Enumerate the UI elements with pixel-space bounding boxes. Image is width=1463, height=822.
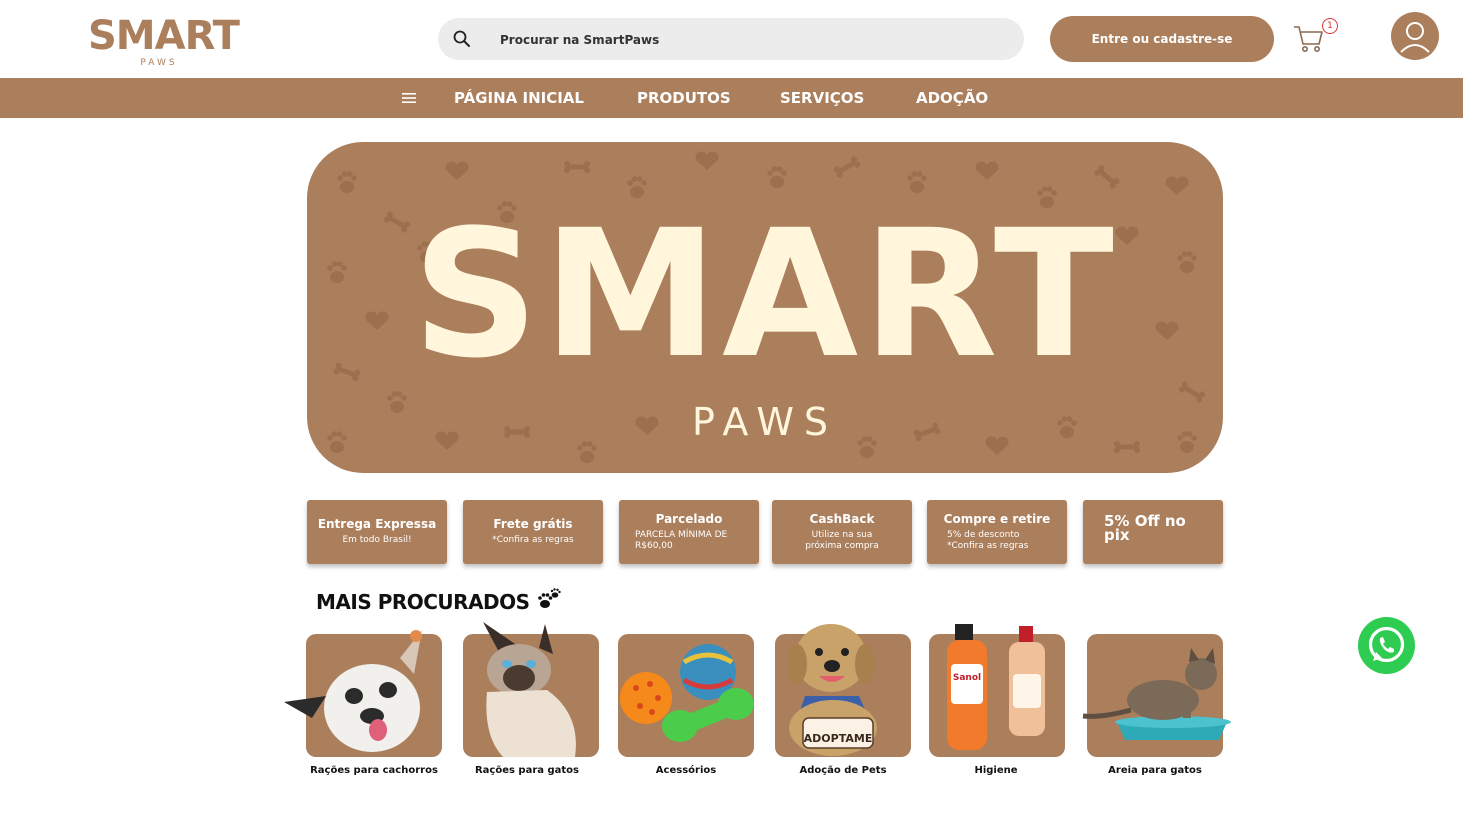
section-title-text: MAIS PROCURADOS bbox=[316, 590, 530, 614]
logo-subtitle: PAWS bbox=[140, 58, 178, 68]
shampoo-brand-text: Sanol bbox=[953, 673, 981, 683]
category-label[interactable]: Areia para gatos bbox=[1075, 765, 1235, 776]
brand-logo[interactable]: SMART PAWS bbox=[88, 13, 240, 72]
dog-image bbox=[284, 630, 422, 752]
category-card-cat-litter[interactable] bbox=[1082, 634, 1231, 757]
benefit-subtitle: 5% de desconto bbox=[947, 530, 1020, 540]
adoption-dog-image: ADOPTAME bbox=[787, 624, 877, 756]
cart-button[interactable]: 1 bbox=[1292, 18, 1342, 58]
search-bar[interactable] bbox=[438, 18, 1024, 60]
logo-title: SMART bbox=[88, 13, 240, 59]
shampoo-image: Sanol bbox=[947, 624, 1045, 750]
benefit-title: Compre e retire bbox=[943, 512, 1051, 526]
siamese-cat-image bbox=[483, 622, 576, 757]
adoption-sign-text: ADOPTAME bbox=[804, 732, 873, 745]
category-label[interactable]: Rações para cachorros bbox=[294, 765, 454, 776]
benefit-title: Frete grátis bbox=[493, 517, 573, 531]
benefit-subtitle: Utilize na sua próxima compra bbox=[805, 530, 879, 551]
benefit-card-pix[interactable]: 5% Off no pix bbox=[1083, 500, 1223, 564]
main-nav: PÁGINA INICIAL PRODUTOS SERVIÇOS ADOÇÃO bbox=[0, 78, 1463, 118]
category-card-dog-food[interactable] bbox=[284, 630, 442, 757]
user-account-button[interactable] bbox=[1391, 12, 1439, 60]
nav-item-products[interactable]: PRODUTOS bbox=[637, 78, 731, 118]
benefit-subtitle: PARCELA MÍNIMA DE R$60,00 bbox=[635, 530, 728, 551]
nav-item-adoption[interactable]: ADOÇÃO bbox=[916, 78, 988, 118]
benefit-card-cashback[interactable]: CashBack Utilize na sua próxima compra bbox=[772, 500, 912, 564]
category-card-adoption[interactable]: ADOPTAME bbox=[775, 624, 911, 757]
toys-image bbox=[620, 644, 754, 742]
category-card-cat-food[interactable] bbox=[463, 622, 599, 757]
search-icon[interactable] bbox=[452, 29, 472, 49]
hamburger-icon[interactable] bbox=[402, 92, 416, 104]
banner-title: SMART bbox=[412, 192, 1118, 397]
cat-litter-image bbox=[1082, 648, 1231, 740]
benefit-card-pickup[interactable]: Compre e retire 5% de desconto *Confira … bbox=[927, 500, 1067, 564]
paw-icon bbox=[538, 588, 561, 608]
benefit-title: CashBack bbox=[809, 512, 875, 526]
search-input[interactable] bbox=[498, 26, 1002, 54]
cart-count-badge: 1 bbox=[1322, 18, 1338, 34]
benefit-title: Parcelado bbox=[655, 512, 723, 526]
benefit-card-express[interactable]: Entrega Expressa Em todo Brasil! bbox=[307, 500, 447, 564]
category-card-accessories[interactable] bbox=[618, 634, 754, 757]
nav-item-services[interactable]: SERVIÇOS bbox=[780, 78, 864, 118]
category-card-hygiene[interactable]: Sanol bbox=[929, 624, 1065, 757]
benefit-card-free-shipping[interactable]: Frete grátis *Confira as regras bbox=[463, 500, 603, 564]
whatsapp-icon bbox=[1368, 626, 1405, 663]
whatsapp-button[interactable] bbox=[1358, 617, 1415, 674]
hero-banner[interactable]: SMART PAWS bbox=[307, 142, 1223, 473]
category-label[interactable]: Rações para gatos bbox=[447, 765, 607, 776]
benefit-title: Entrega Expressa bbox=[317, 517, 437, 531]
category-label[interactable]: Acessórios bbox=[606, 765, 766, 776]
benefit-subtitle: Em todo Brasil! bbox=[342, 535, 412, 545]
login-button[interactable]: Entre ou cadastre-se bbox=[1050, 16, 1274, 62]
user-icon bbox=[1400, 22, 1430, 53]
category-label[interactable]: Higiene bbox=[916, 765, 1076, 776]
banner-subtitle: PAWS bbox=[691, 400, 839, 444]
benefit-subtitle: *Confira as regras bbox=[492, 535, 574, 545]
cart-icon[interactable] bbox=[1292, 22, 1326, 56]
benefit-title: 5% Off no pix bbox=[1104, 512, 1186, 544]
benefit-card-installments[interactable]: Parcelado PARCELA MÍNIMA DE R$60,00 bbox=[619, 500, 759, 564]
benefit-subtitle-2: *Confira as regras bbox=[947, 541, 1029, 551]
section-title: MAIS PROCURADOS bbox=[316, 588, 562, 614]
category-label[interactable]: Adoção de Pets bbox=[763, 765, 923, 776]
nav-item-home[interactable]: PÁGINA INICIAL bbox=[454, 78, 584, 118]
